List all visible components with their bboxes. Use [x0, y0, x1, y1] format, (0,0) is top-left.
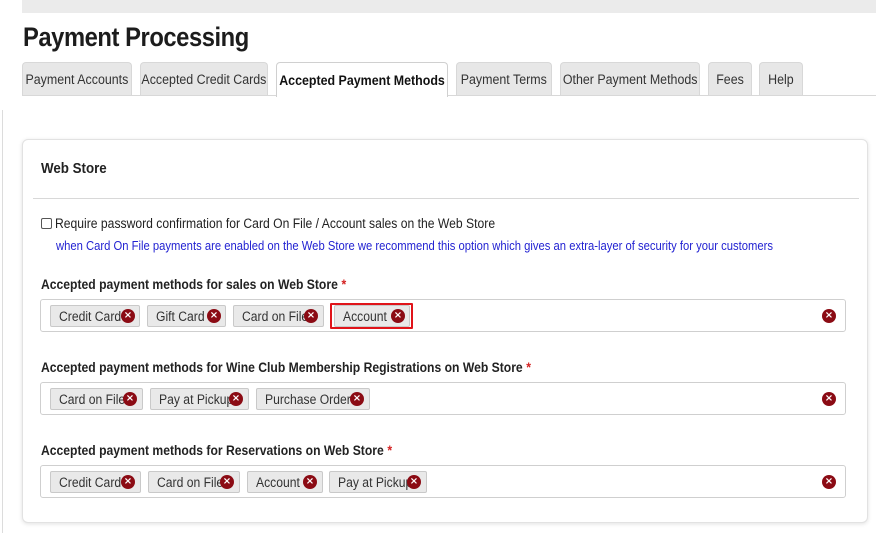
remove-circle-icon[interactable]: ×: [303, 475, 317, 489]
remove-circle-icon[interactable]: ×: [229, 392, 243, 406]
tab-payment-terms[interactable]: Payment Terms: [456, 62, 552, 95]
chip-gift-card: Gift Card ×: [147, 305, 226, 327]
chip-pay-at-pickup: Pay at Pickup ×: [150, 388, 249, 410]
sales-methods-label: Accepted payment methods for sales on We…: [41, 277, 347, 292]
clear-all-icon[interactable]: ×: [822, 475, 836, 489]
require-password-checkbox[interactable]: [41, 218, 52, 229]
remove-circle-icon[interactable]: ×: [350, 392, 364, 406]
reservation-methods-select[interactable]: Credit Card × Card on File × Account × P…: [40, 465, 846, 498]
tab-fees[interactable]: Fees: [708, 62, 752, 95]
section-divider: [33, 198, 859, 199]
require-password-option[interactable]: Require password confirmation for Card O…: [41, 216, 544, 231]
require-password-hint: when Card On File payments are enabled o…: [56, 239, 774, 253]
chip-account: Account ×: [247, 471, 323, 493]
chip-credit-card: Credit Card ×: [50, 305, 140, 327]
remove-circle-icon[interactable]: ×: [391, 309, 405, 323]
remove-circle-icon[interactable]: ×: [407, 475, 421, 489]
required-marker: *: [526, 360, 532, 375]
tab-accepted-credit-cards[interactable]: Accepted Credit Cards: [140, 62, 268, 95]
reservation-methods-label: Accepted payment methods for Reservation…: [41, 443, 393, 458]
tab-payment-accounts[interactable]: Payment Accounts: [22, 62, 132, 95]
require-password-label: Require password confirmation for Card O…: [55, 216, 496, 231]
remove-circle-icon[interactable]: ×: [220, 475, 234, 489]
clear-all-icon[interactable]: ×: [822, 392, 836, 406]
required-marker: *: [387, 443, 393, 458]
required-marker: *: [341, 277, 347, 292]
chip-pay-at-pickup: Pay at Pickup ×: [329, 471, 427, 493]
section-title: Web Store: [41, 161, 107, 177]
web-store-panel: Web Store Require password confirmation …: [22, 139, 868, 523]
tab-bar: Payment Accounts Accepted Credit Cards A…: [22, 62, 876, 97]
remove-circle-icon[interactable]: ×: [121, 475, 135, 489]
left-divider: [2, 110, 3, 533]
remove-circle-icon[interactable]: ×: [304, 309, 318, 323]
chip-card-on-file: Card on File ×: [50, 388, 143, 410]
tab-help[interactable]: Help: [759, 62, 803, 95]
chip-card-on-file: Card on File ×: [233, 305, 324, 327]
tab-other-payment-methods[interactable]: Other Payment Methods: [560, 62, 700, 95]
club-methods-label: Accepted payment methods for Wine Club M…: [41, 360, 532, 375]
tab-accepted-payment-methods[interactable]: Accepted Payment Methods: [276, 62, 448, 97]
top-bar: [22, 0, 876, 13]
chip-purchase-order: Purchase Order ×: [256, 388, 370, 410]
page-title: Payment Processing: [23, 22, 249, 52]
chip-card-on-file: Card on File ×: [148, 471, 240, 493]
club-methods-select[interactable]: Card on File × Pay at Pickup × Purchase …: [40, 382, 846, 415]
remove-circle-icon[interactable]: ×: [123, 392, 137, 406]
sales-methods-select[interactable]: Credit Card × Gift Card × Card on File ×…: [40, 299, 846, 332]
chip-account: Account ×: [334, 305, 410, 327]
clear-all-icon[interactable]: ×: [822, 309, 836, 323]
remove-circle-icon[interactable]: ×: [207, 309, 221, 323]
chip-credit-card: Credit Card ×: [50, 471, 141, 493]
remove-circle-icon[interactable]: ×: [121, 309, 135, 323]
